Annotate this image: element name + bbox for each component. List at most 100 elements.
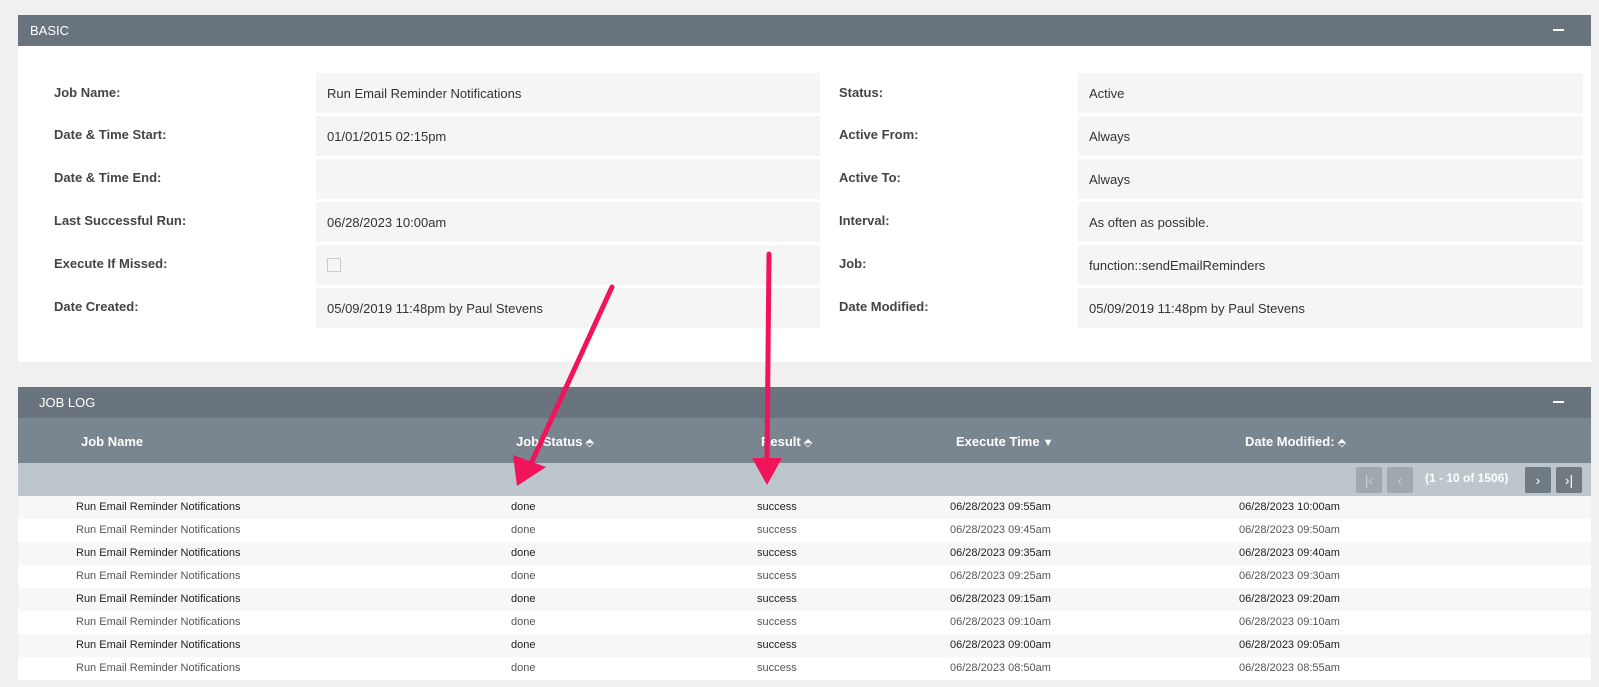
execute-if-missed-checkbox[interactable] — [327, 258, 341, 272]
column-header-result[interactable]: Result ⬘ — [761, 434, 812, 449]
sort-icon[interactable]: ⬘ — [804, 437, 812, 449]
joblog-column-headers: Job Name Job Status ⬘ Result ⬘ Execute Tim… — [18, 418, 1591, 463]
date-time-end-label: Date & Time End: — [54, 170, 162, 185]
basic-panel-title: BASIC — [30, 23, 70, 38]
basic-panel-body: Job Name: Run Email Reminder Notificatio… — [18, 46, 1591, 362]
cell-job-name[interactable]: Run Email Reminder Notifications — [76, 547, 240, 559]
cell-execute-time: 06/28/2023 08:50am — [950, 662, 1051, 674]
table-row[interactable]: Run Email Reminder Notifications done succ… — [18, 611, 1591, 634]
column-header-execute-time-label: Execute Time — [956, 434, 1040, 449]
date-modified-value: 05/09/2019 11:48pm by Paul Stevens — [1078, 288, 1583, 328]
cell-job-name[interactable]: Run Email Reminder Notifications — [76, 524, 240, 536]
cell-date-modified: 06/28/2023 09:05am — [1239, 639, 1340, 651]
cell-result: success — [757, 616, 797, 628]
cell-result: success — [757, 547, 797, 559]
execute-if-missed-value — [316, 245, 820, 285]
cell-date-modified: 06/28/2023 09:10am — [1239, 616, 1340, 628]
cell-job-status: done — [511, 616, 536, 628]
cell-result: success — [757, 524, 797, 536]
table-row[interactable]: Run Email Reminder Notifications done succ… — [18, 496, 1591, 519]
job-value: function::sendEmailReminders — [1078, 245, 1583, 285]
cell-result: success — [757, 501, 797, 513]
cell-job-status: done — [511, 593, 536, 605]
cell-date-modified: 06/28/2023 09:20am — [1239, 593, 1340, 605]
cell-result: success — [757, 662, 797, 674]
collapse-minus-icon[interactable] — [1553, 401, 1564, 403]
cell-job-name[interactable]: Run Email Reminder Notifications — [76, 501, 240, 513]
cell-date-modified: 06/28/2023 09:40am — [1239, 547, 1340, 559]
joblog-panel-header[interactable]: JOB LOG — [18, 387, 1591, 418]
cell-date-modified: 06/28/2023 09:50am — [1239, 524, 1340, 536]
collapse-minus-icon[interactable] — [1553, 29, 1564, 31]
active-from-value: Always — [1078, 116, 1583, 156]
table-row[interactable]: Run Email Reminder Notifications done succ… — [18, 634, 1591, 657]
active-to-label: Active To: — [839, 170, 901, 185]
interval-label: Interval: — [839, 213, 890, 228]
cell-execute-time: 06/28/2023 09:10am — [950, 616, 1051, 628]
cell-job-status: done — [511, 547, 536, 559]
job-name-value: Run Email Reminder Notifications — [316, 73, 820, 113]
cell-execute-time: 06/28/2023 09:15am — [950, 593, 1051, 605]
column-header-result-label: Result — [761, 434, 801, 449]
cell-execute-time: 06/28/2023 09:00am — [950, 639, 1051, 651]
cell-job-status: done — [511, 662, 536, 674]
cell-result: success — [757, 570, 797, 582]
job-label: Job: — [839, 256, 867, 271]
date-created-value: 05/09/2019 11:48pm by Paul Stevens — [316, 288, 820, 328]
status-value: Active — [1078, 73, 1583, 113]
date-time-start-label: Date & Time Start: — [54, 127, 167, 142]
column-header-job-name-label: Job Name — [81, 434, 144, 449]
cell-job-status: done — [511, 524, 536, 536]
cell-job-status: done — [511, 501, 536, 513]
sort-icon[interactable]: ⬘ — [585, 437, 593, 449]
table-row[interactable]: Run Email Reminder Notifications done succ… — [18, 542, 1591, 565]
sort-desc-icon[interactable]: ▼ — [1043, 437, 1054, 449]
execute-if-missed-label: Execute If Missed: — [54, 256, 168, 271]
column-header-date-modified[interactable]: Date Modified: ⬘ — [1245, 434, 1346, 449]
cell-execute-time: 06/28/2023 09:25am — [950, 570, 1051, 582]
last-page-icon[interactable]: ›| — [1556, 467, 1582, 493]
interval-value: As often as possible. — [1078, 202, 1583, 242]
sort-icon[interactable]: ⬘ — [1338, 437, 1346, 449]
table-row[interactable]: Run Email Reminder Notifications done succ… — [18, 519, 1591, 542]
cell-job-status: done — [511, 639, 536, 651]
active-to-value: Always — [1078, 159, 1583, 199]
cell-job-name[interactable]: Run Email Reminder Notifications — [76, 570, 240, 582]
date-created-label: Date Created: — [54, 299, 139, 314]
first-page-icon[interactable]: |‹ — [1356, 467, 1382, 493]
column-header-job-name[interactable]: Job Name — [81, 434, 143, 449]
cell-execute-time: 06/28/2023 09:55am — [950, 501, 1051, 513]
cell-execute-time: 06/28/2023 09:35am — [950, 547, 1051, 559]
column-header-date-modified-label: Date Modified: — [1245, 434, 1335, 449]
joblog-panel-title: JOB LOG — [39, 395, 96, 410]
cell-result: success — [757, 593, 797, 605]
prev-page-icon[interactable]: ‹ — [1387, 467, 1413, 493]
status-label: Status: — [839, 85, 884, 100]
column-header-execute-time[interactable]: Execute Time ▼ — [956, 434, 1053, 449]
cell-job-name[interactable]: Run Email Reminder Notifications — [76, 639, 240, 651]
cell-job-name[interactable]: Run Email Reminder Notifications — [76, 662, 240, 674]
column-header-job-status[interactable]: Job Status ⬘ — [516, 434, 594, 449]
active-from-label: Active From: — [839, 127, 919, 142]
cell-job-status: done — [511, 570, 536, 582]
pagination-count: (1 - 10 of 1506) — [1425, 471, 1509, 485]
cell-date-modified: 06/28/2023 09:30am — [1239, 570, 1340, 582]
table-row[interactable]: Run Email Reminder Notifications done succ… — [18, 565, 1591, 588]
last-successful-run-label: Last Successful Run: — [54, 213, 187, 228]
date-modified-label: Date Modified: — [839, 299, 929, 314]
cell-job-name[interactable]: Run Email Reminder Notifications — [76, 616, 240, 628]
cell-result: success — [757, 639, 797, 651]
table-row[interactable]: Run Email Reminder Notifications done succ… — [18, 588, 1591, 611]
date-time-start-value: 01/01/2015 02:15pm — [316, 116, 820, 156]
basic-panel-header[interactable]: BASIC — [18, 15, 1591, 46]
column-header-job-status-label: Job Status — [516, 434, 583, 449]
table-row[interactable]: Run Email Reminder Notifications done succ… — [18, 657, 1591, 680]
next-page-icon[interactable]: › — [1525, 467, 1551, 493]
cell-job-name[interactable]: Run Email Reminder Notifications — [76, 593, 240, 605]
job-name-label: Job Name: — [54, 85, 121, 100]
pagination-bar: |‹ ‹ (1 - 10 of 1506) › ›| — [18, 463, 1591, 496]
cell-execute-time: 06/28/2023 09:45am — [950, 524, 1051, 536]
cell-date-modified: 06/28/2023 08:55am — [1239, 662, 1340, 674]
last-successful-run-value: 06/28/2023 10:00am — [316, 202, 820, 242]
cell-date-modified: 06/28/2023 10:00am — [1239, 501, 1340, 513]
